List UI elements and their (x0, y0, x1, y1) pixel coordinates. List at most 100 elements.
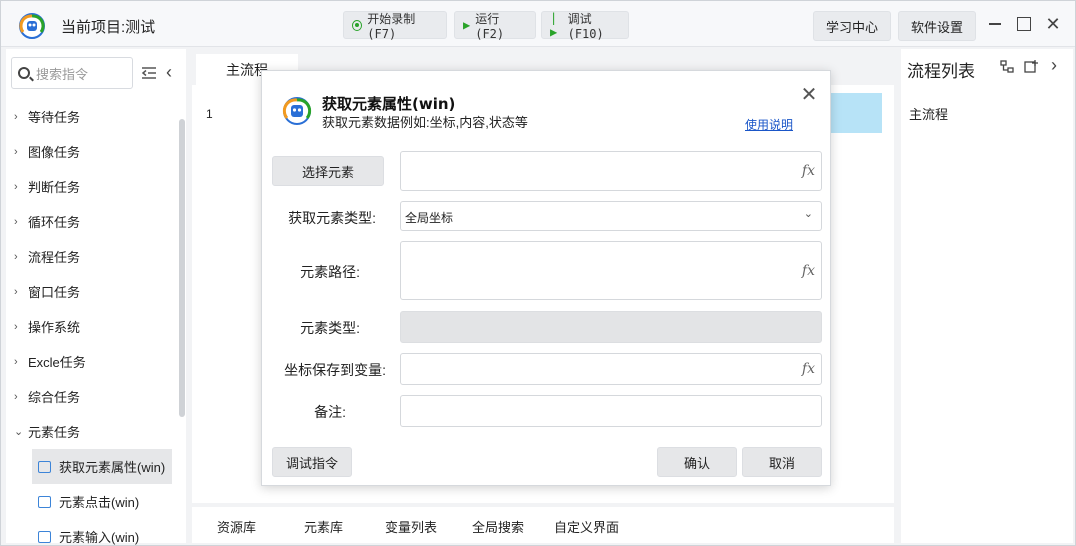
cancel-button[interactable]: 取消 (742, 447, 822, 477)
select-element-button[interactable]: 选择元素 (272, 156, 384, 186)
get-element-attr-dialog: 获取元素属性(win) 获取元素数据例如:坐标,内容,状态等 ✕ 使用说明 选择… (261, 70, 831, 486)
sub-item-label: 获取元素属性(win) (59, 460, 166, 475)
collapse-all-icon[interactable] (140, 64, 158, 82)
element-type-field (400, 311, 822, 343)
category-label: Excle任务 (28, 355, 86, 370)
app-window: 当前项目:测试 开始录制(F7) ▶ 运行(F2) |▶ 调试(F10) 学习中… (0, 0, 1076, 546)
dialog-subtitle: 获取元素数据例如:坐标,内容,状态等 (322, 115, 528, 130)
sidebar-scrollbar[interactable] (179, 119, 185, 417)
start-recording-button[interactable]: 开始录制(F7) (343, 11, 447, 41)
chevron-down-icon: ⌄ (803, 208, 813, 220)
category-label: 流程任务 (28, 250, 81, 265)
debug-command-button[interactable]: 调试指令 (272, 447, 352, 477)
category-label: 判断任务 (28, 180, 81, 195)
confirm-button[interactable]: 确认 (657, 447, 737, 477)
run-button[interactable]: ▶ 运行(F2) (454, 11, 536, 41)
tab-custom-ui[interactable]: 自定义界面 (554, 517, 619, 536)
search-icon (18, 67, 30, 79)
select-element-field[interactable]: fx (400, 151, 822, 191)
chevron-right-icon: › (14, 250, 18, 263)
category-list: › 等待任务 › 图像任务 › 判断任务 › 循环任务 › 流程任务 › 窗口任务 › 操作系… (6, 99, 176, 546)
search-input[interactable]: 搜索指令 (11, 57, 133, 89)
sub-item-get-element-attr[interactable]: 获取元素属性(win) (32, 449, 172, 484)
dialog-close-icon[interactable]: ✕ (798, 83, 820, 106)
category-wait[interactable]: › 等待任务 (6, 99, 176, 134)
note-field[interactable] (400, 395, 822, 427)
learning-center-button[interactable]: 学习中心 (813, 11, 891, 41)
chevron-right-icon: › (14, 110, 18, 123)
element-type-get-select[interactable]: 全局坐标 ⌄ (400, 201, 822, 231)
dialog-title: 获取元素属性(win) (322, 95, 456, 113)
software-settings-button[interactable]: 软件设置 (898, 11, 976, 41)
chevron-right-icon: › (14, 145, 18, 158)
debug-button[interactable]: |▶ 调试(F10) (541, 11, 629, 41)
category-loop[interactable]: › 循环任务 (6, 204, 176, 239)
category-flow[interactable]: › 流程任务 (6, 239, 176, 274)
category-label: 操作系统 (28, 320, 81, 335)
start-recording-label: 开始录制(F7) (367, 11, 416, 41)
close-icon[interactable]: ✕ (1042, 13, 1064, 35)
flow-item-main[interactable]: 主流程 (909, 104, 948, 123)
sub-item-label: 元素点击(win) (59, 495, 140, 510)
run-label: 运行(F2) (475, 11, 505, 41)
chevron-right-icon[interactable]: › (1051, 55, 1057, 76)
maximize-icon[interactable] (1013, 13, 1035, 35)
fx-icon[interactable]: fx (802, 163, 815, 179)
category-general[interactable]: › 综合任务 (6, 379, 176, 414)
sub-item-element-click[interactable]: 元素点击(win) (6, 484, 176, 519)
chevron-right-icon: › (14, 180, 18, 193)
sub-item-label: 元素输入(win) (59, 530, 140, 545)
dialog-logo-icon (282, 97, 312, 125)
tree-icon[interactable] (999, 59, 1015, 75)
element-input-icon (38, 530, 51, 543)
command-sidebar: 搜索指令 ‹ › 等待任务 › 图像任务 › 判断任务 › 循环任务 › 流程任务 › 窗口… (6, 49, 186, 546)
line-number: 1 (206, 107, 213, 121)
flow-list-panel: 流程列表 › 主流程 (901, 49, 1073, 543)
record-icon (352, 19, 363, 31)
category-label: 等待任务 (28, 110, 81, 125)
selected-row-highlight[interactable] (830, 93, 882, 133)
flow-list-title: 流程列表 (907, 62, 975, 81)
tab-resource-library[interactable]: 资源库 (217, 517, 256, 536)
add-flow-icon[interactable] (1023, 59, 1039, 75)
chevron-down-icon: ⌄ (14, 426, 24, 438)
category-element[interactable]: ⌄ 元素任务 (6, 414, 176, 449)
element-type-get-value: 全局坐标 (405, 211, 454, 225)
category-window[interactable]: › 窗口任务 (6, 274, 176, 309)
chevron-right-icon: › (14, 215, 18, 228)
category-label: 循环任务 (28, 215, 81, 230)
category-label: 窗口任务 (28, 285, 81, 300)
fx-icon[interactable]: fx (802, 361, 815, 377)
minimize-icon[interactable] (984, 13, 1006, 35)
element-path-label: 元素路径: (300, 264, 360, 280)
step-play-icon: |▶ (550, 11, 558, 39)
element-click-icon (38, 495, 51, 508)
chevron-right-icon: › (14, 390, 18, 403)
chevron-right-icon: › (14, 320, 18, 333)
category-excel[interactable]: › Excle任务 (6, 344, 176, 379)
usage-help-link[interactable]: 使用说明 (745, 116, 793, 133)
note-label: 备注: (314, 404, 346, 420)
sub-item-element-input[interactable]: 元素输入(win) (6, 519, 176, 546)
category-os[interactable]: › 操作系统 (6, 309, 176, 344)
category-label: 图像任务 (28, 145, 81, 160)
save-var-field[interactable]: fx (400, 353, 822, 385)
chevron-right-icon: › (14, 355, 18, 368)
fx-icon[interactable]: fx (802, 263, 815, 279)
category-label: 元素任务 (28, 425, 81, 440)
tab-element-library[interactable]: 元素库 (304, 517, 343, 536)
chevron-right-icon: › (14, 285, 18, 298)
project-title: 当前项目:测试 (61, 19, 156, 36)
tab-variable-list[interactable]: 变量列表 (385, 517, 437, 536)
tab-global-search[interactable]: 全局搜索 (472, 517, 524, 536)
search-placeholder: 搜索指令 (36, 66, 89, 82)
element-type-label: 元素类型: (300, 320, 360, 336)
chevron-left-icon[interactable]: ‹ (166, 62, 172, 83)
category-image[interactable]: › 图像任务 (6, 134, 176, 169)
element-path-field[interactable]: fx (400, 241, 822, 300)
title-bar: 当前项目:测试 开始录制(F7) ▶ 运行(F2) |▶ 调试(F10) 学习中… (1, 1, 1075, 47)
element-attr-icon (38, 460, 51, 473)
category-condition[interactable]: › 判断任务 (6, 169, 176, 204)
app-logo-icon (19, 13, 45, 39)
bottom-tab-bar: 资源库 元素库 变量列表 全局搜索 自定义界面 (192, 507, 894, 543)
